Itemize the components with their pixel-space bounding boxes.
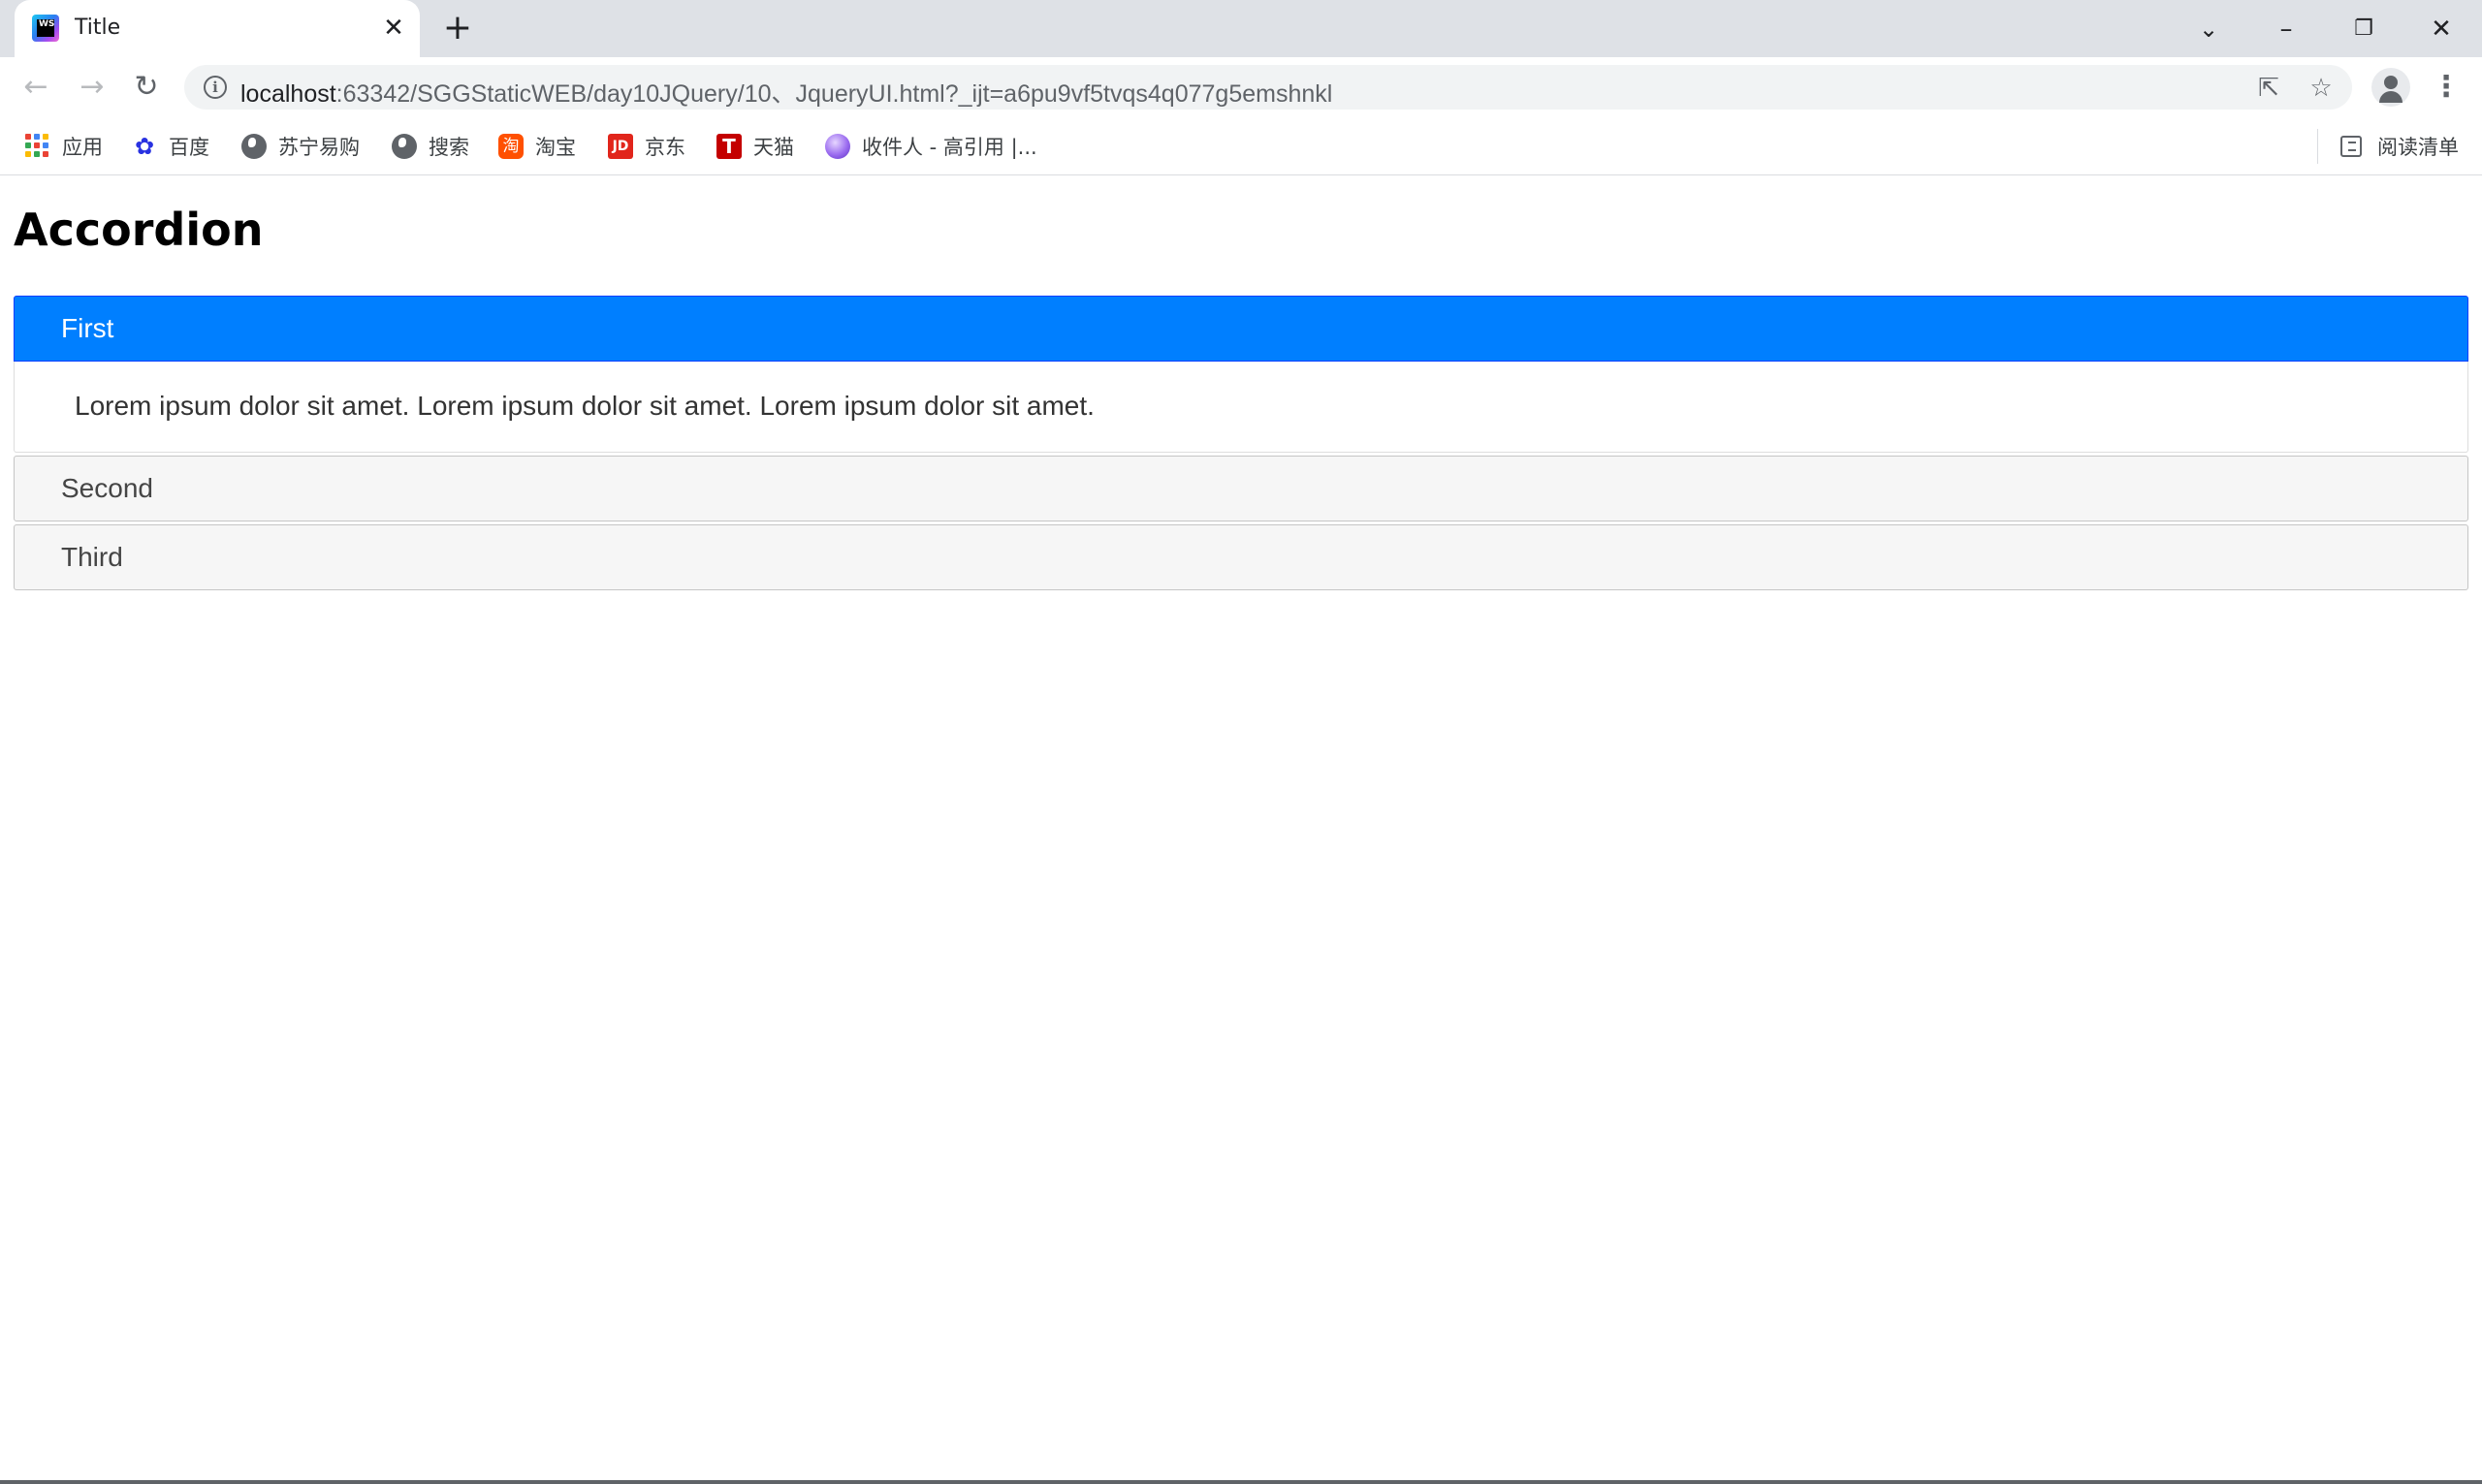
- globe-icon: [392, 134, 417, 159]
- tab-close-icon[interactable]: ✕: [379, 14, 408, 43]
- bookmark-label: 苏宁易购: [278, 136, 360, 159]
- url-text[interactable]: localhost:63342/SGGStaticWEB/day10JQuery…: [240, 75, 1332, 110]
- bookmark-label: 京东: [645, 136, 685, 159]
- bookmarks-divider: [2317, 129, 2318, 164]
- accordion-panel-first: Lorem ipsum dolor sit amet. Lorem ipsum …: [14, 362, 2468, 453]
- share-icon[interactable]: ⇱: [2253, 73, 2284, 104]
- address-bar[interactable]: i localhost:63342/SGGStaticWEB/day10JQue…: [184, 65, 2352, 110]
- reload-icon[interactable]: ↻: [126, 67, 167, 108]
- reading-list-icon: [2340, 136, 2362, 157]
- restore-icon[interactable]: ❐: [2342, 10, 2385, 48]
- bookmark-tmall[interactable]: T 天猫: [716, 130, 794, 163]
- page-title: Accordion: [14, 204, 264, 256]
- accordion-header-second[interactable]: Second: [14, 456, 2468, 521]
- accordion-header-first[interactable]: First: [14, 296, 2468, 362]
- site-info-icon[interactable]: i: [204, 76, 227, 99]
- bookmarks-bar: 应用 ✿ 百度 苏宁易购 搜索 淘 淘宝 JD 京东 T 天猫 收件人 - 高引…: [0, 118, 2482, 175]
- accordion-header-third[interactable]: Third: [14, 524, 2468, 590]
- tab-title: Title: [75, 16, 121, 40]
- profile-avatar-icon[interactable]: [2371, 68, 2410, 107]
- bookmark-label: 天猫: [753, 136, 794, 159]
- orb-icon: [825, 134, 850, 159]
- baidu-paw-icon: ✿: [134, 133, 155, 160]
- window-close-icon[interactable]: ✕: [2420, 10, 2463, 48]
- forward-arrow-icon[interactable]: →: [72, 67, 112, 108]
- bookmark-jd[interactable]: JD 京东: [608, 130, 685, 163]
- bookmark-search[interactable]: 搜索: [392, 130, 469, 163]
- bookmark-taobao[interactable]: 淘 淘宝: [498, 130, 576, 163]
- reading-list-button[interactable]: 阅读清单: [2340, 130, 2459, 163]
- taobao-icon: 淘: [498, 134, 524, 159]
- bookmark-suning[interactable]: 苏宁易购: [241, 130, 360, 163]
- back-arrow-icon[interactable]: ←: [16, 67, 56, 108]
- reading-list-label: 阅读清单: [2377, 136, 2459, 159]
- accordion: First Lorem ipsum dolor sit amet. Lorem …: [14, 296, 2468, 590]
- bookmark-inbox[interactable]: 收件人 - 高引用 |...: [825, 130, 1037, 163]
- webstorm-favicon-icon: WS: [32, 15, 59, 42]
- tab-strip: WS Title ✕ + ⌄ – ❐ ✕: [0, 0, 2482, 57]
- browser-toolbar: ← → ↻ i localhost:63342/SGGStaticWEB/day…: [0, 57, 2482, 118]
- bookmark-label: 应用: [62, 136, 103, 159]
- apps-icon: [25, 134, 50, 159]
- new-tab-plus-icon[interactable]: +: [441, 11, 474, 46]
- globe-icon: [241, 134, 267, 159]
- url-path: :63342/SGGStaticWEB/day10JQuery/10、Jquer…: [335, 80, 1333, 108]
- bookmark-label: 搜索: [429, 136, 469, 159]
- url-host: localhost: [240, 80, 336, 108]
- bookmark-star-icon[interactable]: ☆: [2306, 73, 2337, 104]
- bookmark-label: 淘宝: [535, 136, 576, 159]
- tmall-icon: T: [716, 134, 742, 159]
- jd-icon: JD: [608, 134, 633, 159]
- browser-tab[interactable]: WS Title ✕: [15, 0, 420, 57]
- bookmark-label: 收件人 - 高引用 |...: [862, 136, 1037, 159]
- bookmark-apps[interactable]: 应用: [25, 130, 103, 163]
- browser-menu-icon[interactable]: ⋮: [2432, 70, 2461, 105]
- bookmark-baidu[interactable]: ✿ 百度: [132, 130, 209, 163]
- window-bottom-border: [0, 1480, 2482, 1484]
- bookmark-label: 百度: [169, 136, 209, 159]
- minimize-icon[interactable]: –: [2265, 10, 2307, 48]
- tab-search-chevron-icon[interactable]: ⌄: [2187, 10, 2230, 48]
